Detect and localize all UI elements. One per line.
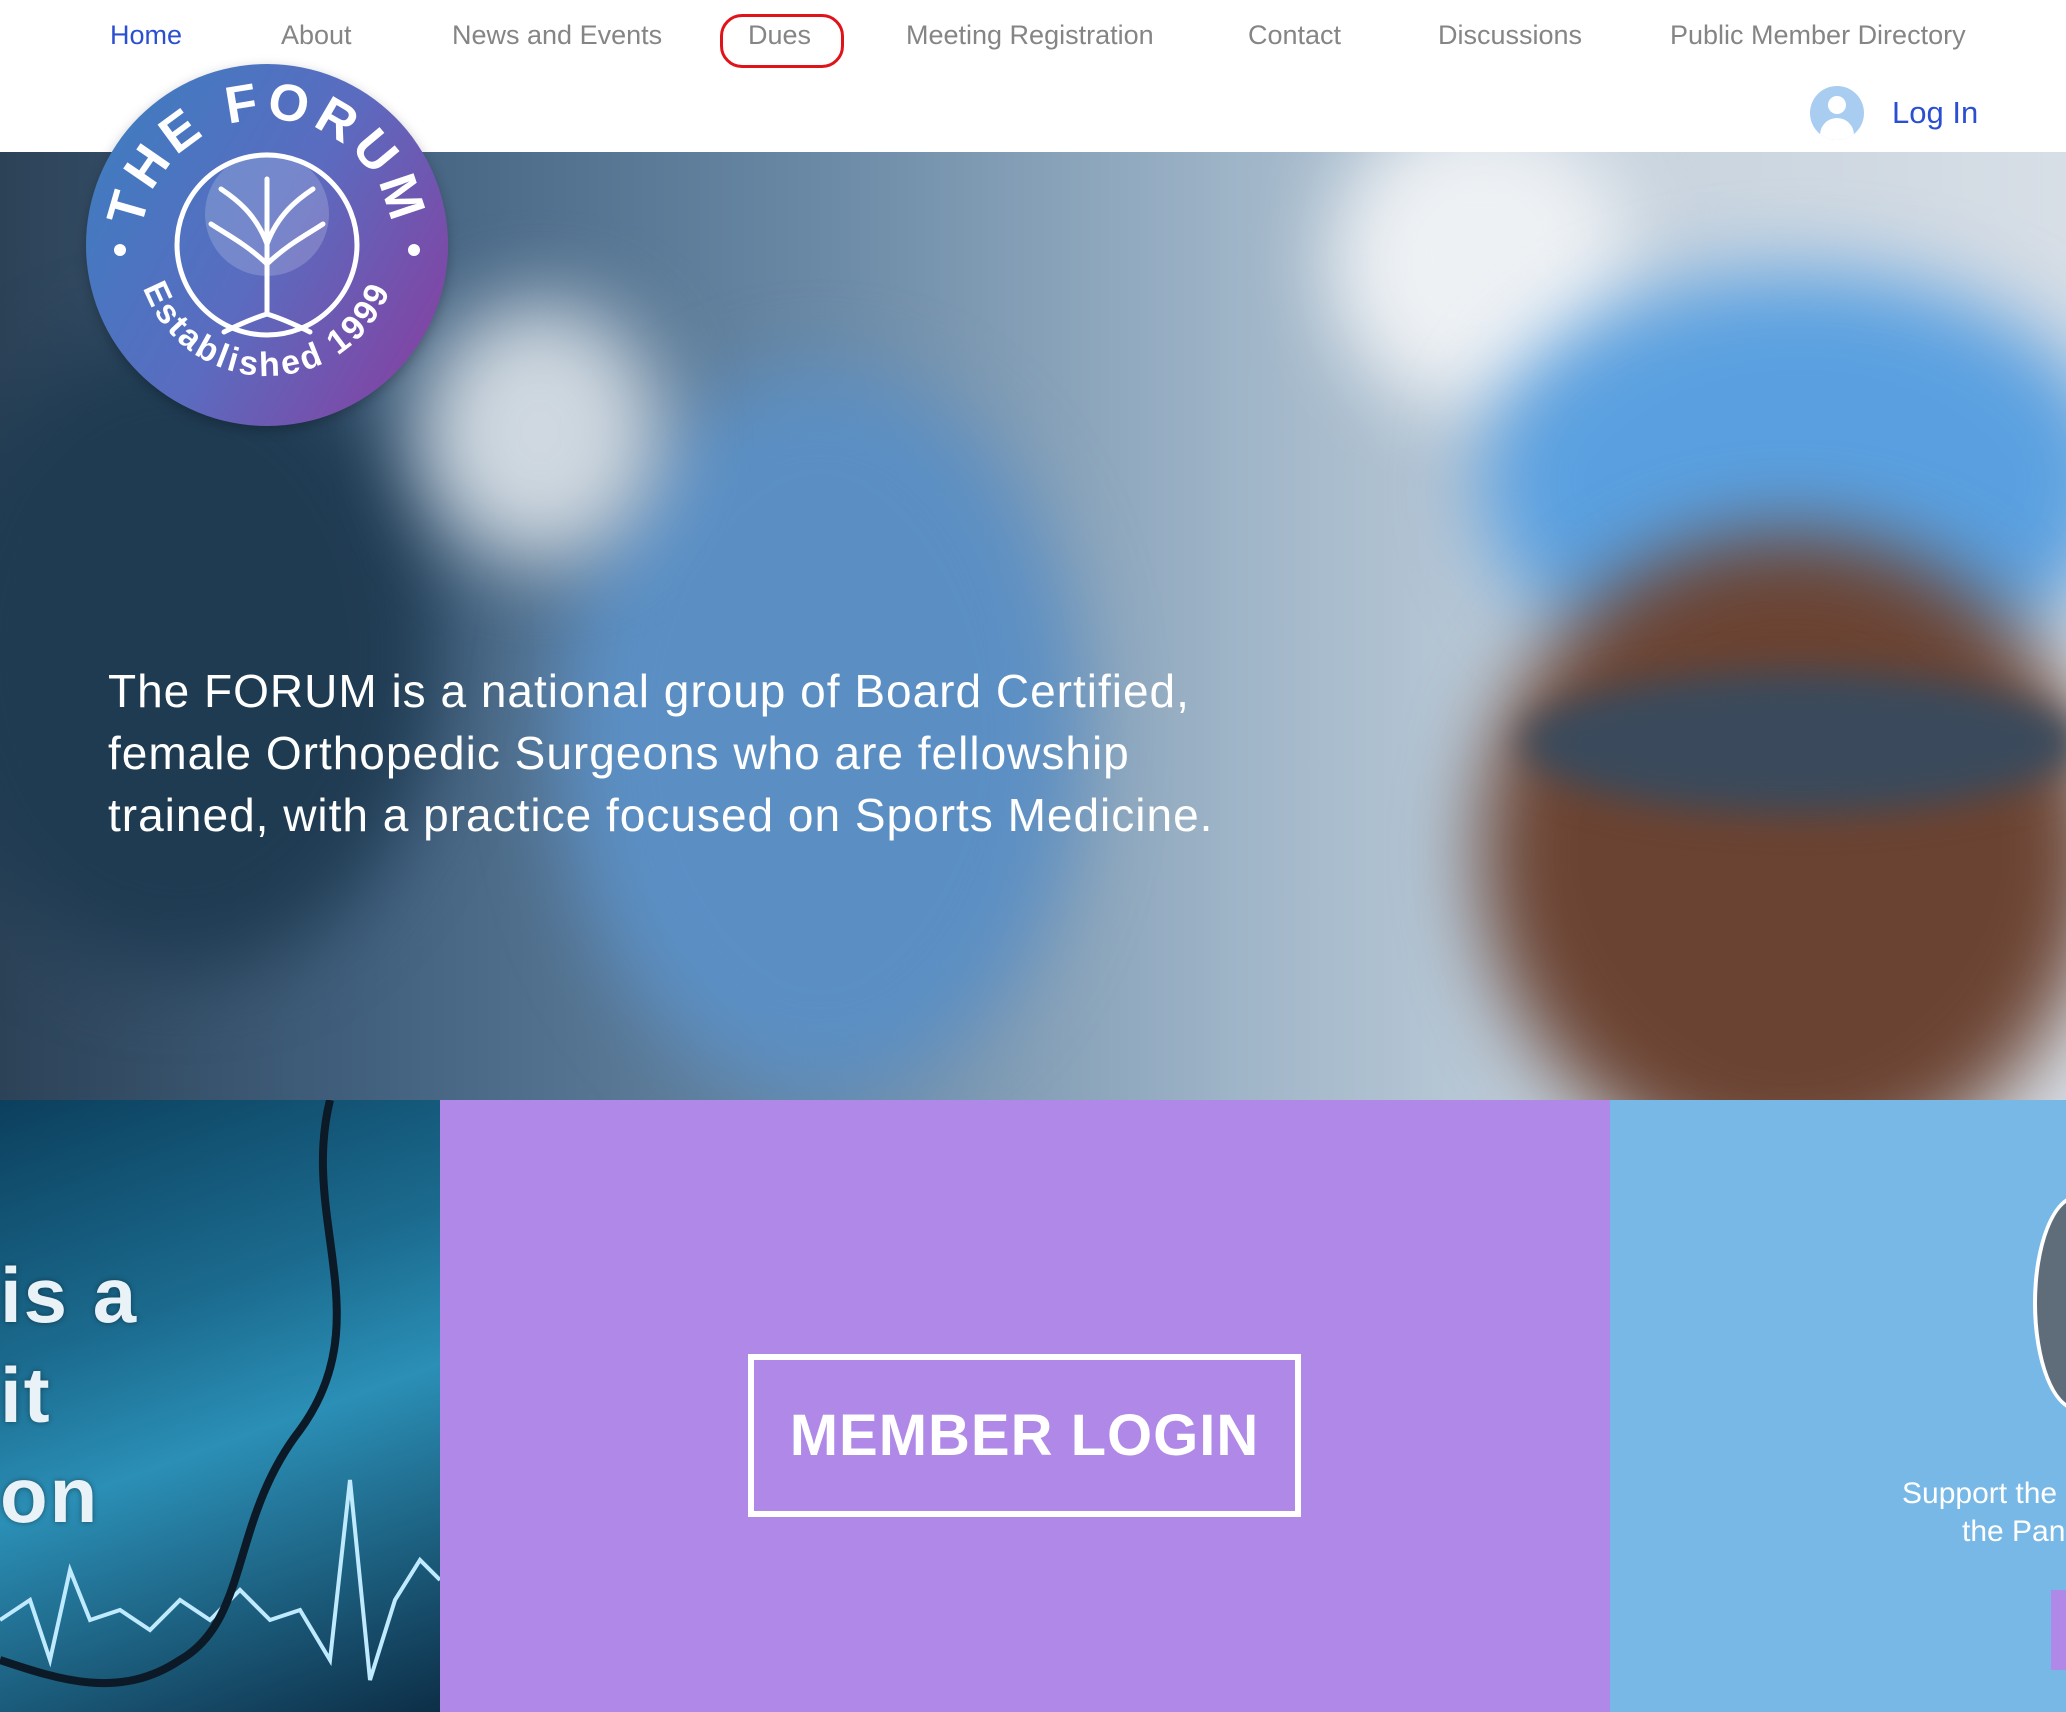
forum-logo[interactable]: THE FORUM Established 1999 bbox=[86, 64, 448, 426]
member-login-panel: MEMBER LOGIN bbox=[440, 1100, 1610, 1712]
nav-discussions[interactable]: Discussions bbox=[1438, 20, 1582, 51]
nav-meeting-registration[interactable]: Meeting Registration bbox=[906, 20, 1154, 51]
support-text-line1: Support the bbox=[1902, 1477, 2058, 1510]
user-avatar-icon bbox=[1810, 86, 1864, 140]
login-label: Log In bbox=[1892, 95, 1979, 130]
forum-logo-emblem: THE FORUM Established 1999 bbox=[96, 72, 431, 385]
stethoscope-panel: is a it on bbox=[0, 1100, 440, 1712]
support-text-line2: the Pan bbox=[1962, 1515, 2066, 1548]
profile-photo bbox=[2033, 1195, 2066, 1411]
nav-about[interactable]: About bbox=[281, 20, 352, 51]
heartbeat-line-icon bbox=[0, 1100, 440, 1688]
login-button[interactable]: Log In bbox=[1810, 80, 1978, 146]
nav-home[interactable]: Home bbox=[110, 20, 182, 51]
nav-public-member-directory[interactable]: Public Member Directory bbox=[1670, 20, 1966, 51]
support-panel: Support the the Pan bbox=[1610, 1100, 2066, 1712]
support-button-edge[interactable] bbox=[2051, 1590, 2066, 1670]
member-login-button[interactable]: MEMBER LOGIN bbox=[748, 1354, 1301, 1517]
nav-contact[interactable]: Contact bbox=[1248, 20, 1341, 51]
nav-news-and-events[interactable]: News and Events bbox=[452, 20, 662, 51]
hero-description: The FORUM is a national group of Board C… bbox=[108, 665, 1214, 841]
dues-highlight-ring bbox=[720, 14, 844, 68]
